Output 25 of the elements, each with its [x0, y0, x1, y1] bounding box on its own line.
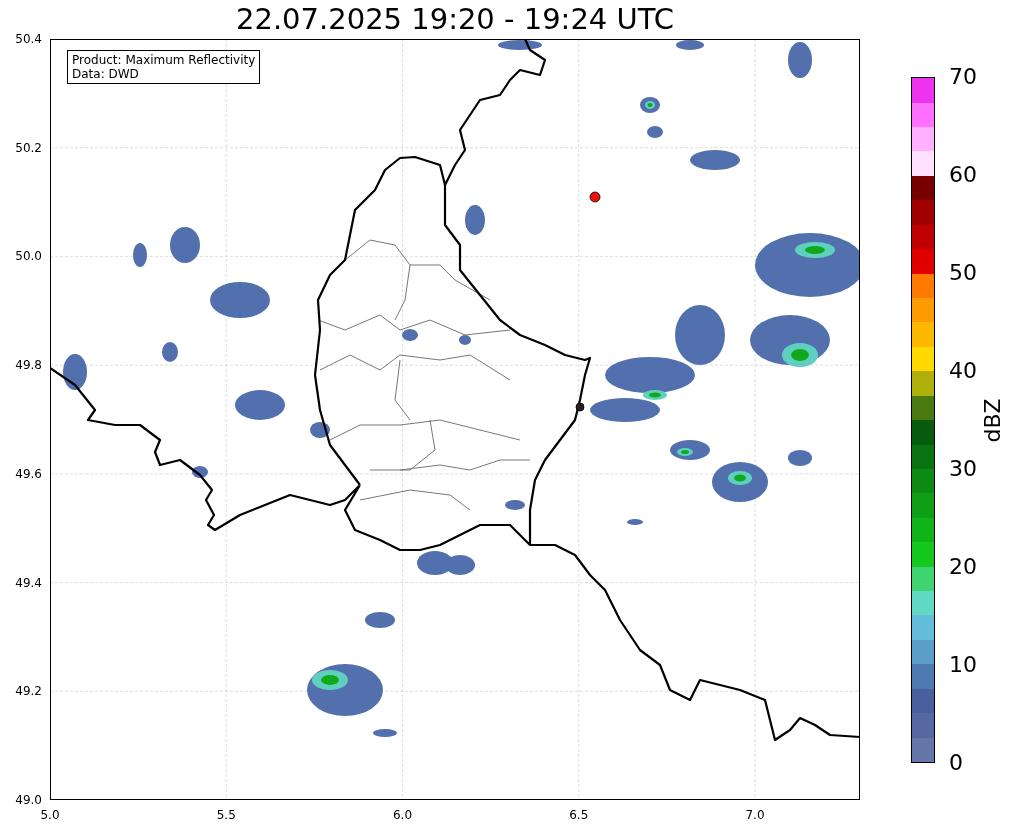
- colorbar-label: dBZ: [978, 397, 1006, 443]
- info-text: Data: DWD: [72, 67, 140, 81]
- colorbar-tick-label: 10: [949, 653, 977, 677]
- colorbar-tick-label: 30: [949, 457, 977, 481]
- y-tick-label: 49.6: [15, 466, 42, 481]
- colorbar-tick-label: 0: [949, 751, 963, 775]
- x-tick-label: 5.5: [216, 808, 236, 822]
- y-tick-label: 49.0: [15, 793, 42, 807]
- colorbar-tick-label: 50: [949, 261, 977, 285]
- x-tick-label: 7.0: [745, 808, 765, 822]
- x-tick-label: 6.5: [569, 808, 589, 822]
- info-text: Product: Maximum Reflectivity: [72, 53, 256, 67]
- y-tick-label: 49.4: [15, 575, 42, 590]
- colorbar-tick-label: 70: [949, 65, 977, 89]
- y-tick-label: 50.2: [15, 140, 42, 155]
- y-tick-label: 49.2: [15, 684, 42, 699]
- x-tick-label: 5.0: [40, 808, 60, 822]
- y-tick-label: 50.0: [15, 249, 42, 264]
- y-tick-label: 50.4: [15, 32, 42, 46]
- chart-title: 22.07.2025 19:20 - 19:24 UTC: [236, 1, 674, 38]
- x-tick-label: 6.0: [392, 808, 413, 822]
- colorbar-tick-label: 20: [949, 555, 977, 579]
- colorbar-tick-label: 60: [949, 163, 977, 187]
- y-tick-label: 49.8: [15, 358, 42, 373]
- colorbar-tick-label: 40: [949, 359, 977, 383]
